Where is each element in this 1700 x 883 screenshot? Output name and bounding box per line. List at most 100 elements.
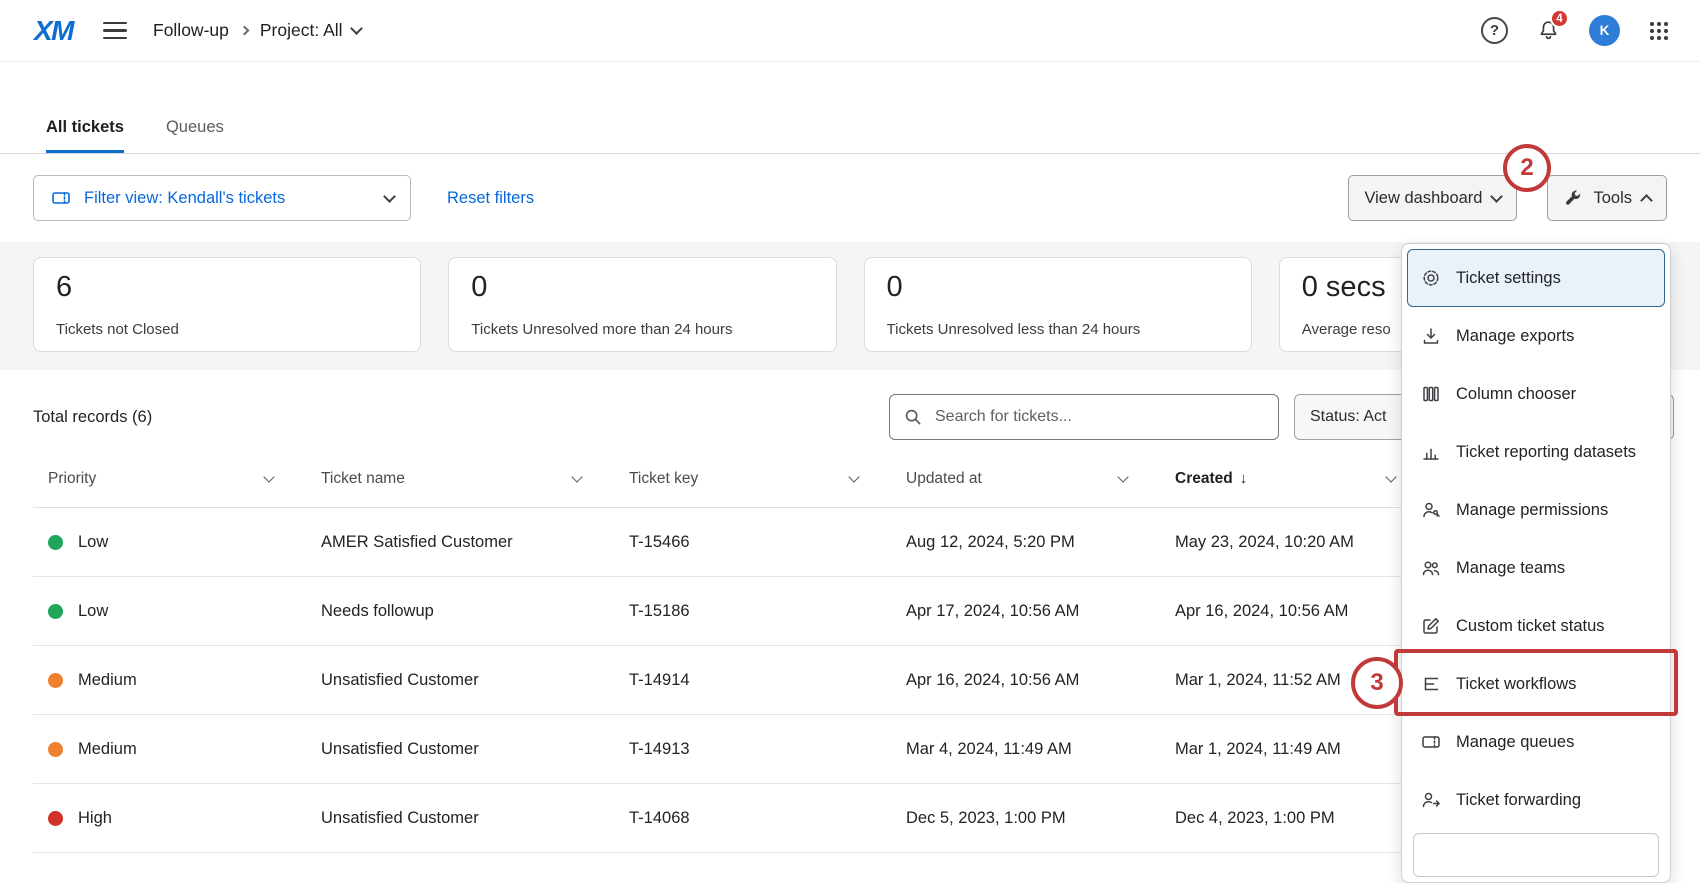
column-label: Ticket name bbox=[321, 470, 405, 488]
priority-dot bbox=[48, 811, 63, 826]
view-dashboard-button[interactable]: View dashboard bbox=[1348, 175, 1517, 221]
ticket-key: T-14068 bbox=[629, 809, 906, 828]
wrench-icon bbox=[1563, 188, 1583, 208]
hamburger-menu-icon[interactable] bbox=[103, 22, 127, 39]
status-filter-label: Status: Act bbox=[1310, 408, 1386, 426]
column-label: Created bbox=[1175, 470, 1233, 488]
tools-button[interactable]: Tools bbox=[1547, 175, 1667, 221]
menu-item-label: Manage permissions bbox=[1456, 501, 1608, 520]
chevron-down-icon bbox=[350, 22, 363, 35]
ticket-key: T-15186 bbox=[629, 602, 906, 621]
person-key-icon bbox=[1420, 499, 1442, 521]
chevron-down-icon bbox=[848, 471, 859, 482]
chevron-down-icon bbox=[1491, 190, 1504, 203]
project-selector-label: Project: All bbox=[260, 20, 343, 41]
ticket-name: Needs followup bbox=[321, 602, 629, 621]
tab-all-tickets[interactable]: All tickets bbox=[46, 118, 124, 153]
menu-item-label: Column chooser bbox=[1456, 385, 1576, 404]
download-icon bbox=[1420, 325, 1442, 347]
menu-item-label: Ticket reporting datasets bbox=[1456, 443, 1636, 462]
menu-item-label: Manage exports bbox=[1456, 327, 1574, 346]
ticket-icon bbox=[1420, 731, 1442, 753]
menu-item-column-chooser[interactable]: Column chooser bbox=[1407, 365, 1665, 423]
person-arrow-icon bbox=[1420, 789, 1442, 811]
apps-grid-icon bbox=[1650, 22, 1654, 26]
menu-item-label: Ticket forwarding bbox=[1456, 791, 1581, 810]
stat-card-unresolved-less-24h: 0 Tickets Unresolved less than 24 hours bbox=[864, 257, 1252, 352]
view-dashboard-label: View dashboard bbox=[1364, 189, 1482, 208]
reset-filters-link[interactable]: Reset filters bbox=[447, 189, 534, 208]
search-icon bbox=[903, 407, 923, 427]
stat-value: 6 bbox=[56, 271, 398, 304]
annotation-step-2: 2 bbox=[1503, 144, 1551, 192]
menu-item-ticket-workflows[interactable]: Ticket workflows bbox=[1407, 655, 1665, 713]
avatar-initial: K bbox=[1600, 23, 1610, 38]
updated-at: Dec 5, 2023, 1:00 PM bbox=[906, 809, 1175, 828]
chevron-down-icon bbox=[263, 471, 274, 482]
tab-queues[interactable]: Queues bbox=[166, 118, 224, 153]
stat-value: 0 bbox=[887, 271, 1229, 304]
gear-icon bbox=[1420, 267, 1442, 289]
priority-value: High bbox=[78, 809, 112, 828]
updated-at: Apr 16, 2024, 10:56 AM bbox=[906, 671, 1175, 690]
column-header-ticket-key[interactable]: Ticket key bbox=[629, 470, 906, 488]
people-icon bbox=[1420, 557, 1442, 579]
menu-item-manage-queues[interactable]: Manage queues bbox=[1407, 713, 1665, 771]
stat-value: 0 bbox=[471, 271, 813, 304]
chevron-down-icon bbox=[1117, 471, 1128, 482]
ticket-icon bbox=[50, 187, 72, 209]
breadcrumb-separator-icon bbox=[239, 26, 249, 36]
priority-dot bbox=[48, 535, 63, 550]
column-label: Updated at bbox=[906, 470, 982, 488]
column-header-updated-at[interactable]: Updated at bbox=[906, 470, 1175, 488]
project-selector[interactable]: Project: All bbox=[260, 20, 361, 41]
notifications-button[interactable]: 4 bbox=[1536, 18, 1561, 43]
priority-dot bbox=[48, 604, 63, 619]
chevron-up-icon bbox=[1640, 194, 1653, 207]
total-records-label: Total records (6) bbox=[33, 408, 152, 427]
ticket-key: T-14914 bbox=[629, 671, 906, 690]
column-header-priority[interactable]: Priority bbox=[33, 470, 321, 488]
menu-item-manage-exports[interactable]: Manage exports bbox=[1407, 307, 1665, 365]
bar-chart-icon bbox=[1420, 441, 1442, 463]
chevron-down-icon bbox=[383, 190, 396, 203]
column-label: Priority bbox=[48, 470, 96, 488]
xm-logo: XM bbox=[34, 15, 73, 47]
ticket-name: Unsatisfied Customer bbox=[321, 809, 629, 828]
columns-icon bbox=[1420, 383, 1442, 405]
priority-dot bbox=[48, 742, 63, 757]
updated-at: Aug 12, 2024, 5:20 PM bbox=[906, 533, 1175, 552]
menu-item-ticket-forwarding[interactable]: Ticket forwarding bbox=[1407, 771, 1665, 829]
column-header-ticket-name[interactable]: Ticket name bbox=[321, 470, 629, 488]
help-button[interactable]: ? bbox=[1481, 17, 1508, 44]
filter-row: Filter view: Kendall's tickets Reset fil… bbox=[0, 154, 1700, 242]
ticket-name: Unsatisfied Customer bbox=[321, 671, 629, 690]
menu-item-ticket-reporting-datasets[interactable]: Ticket reporting datasets bbox=[1407, 423, 1665, 481]
menu-item-custom-ticket-status[interactable]: Custom ticket status bbox=[1407, 597, 1665, 655]
apps-grid-button[interactable] bbox=[1648, 20, 1670, 42]
menu-item-label: Ticket settings bbox=[1456, 269, 1561, 288]
search-input[interactable] bbox=[933, 407, 1265, 427]
stat-label: Tickets Unresolved more than 24 hours bbox=[471, 321, 813, 338]
menu-item-manage-permissions[interactable]: Manage permissions bbox=[1407, 481, 1665, 539]
breadcrumb-section: Follow-up bbox=[153, 20, 229, 41]
menu-item-label: Custom ticket status bbox=[1456, 617, 1605, 636]
menu-item-manage-teams[interactable]: Manage teams bbox=[1407, 539, 1665, 597]
priority-value: Medium bbox=[78, 671, 137, 690]
notification-badge: 4 bbox=[1550, 9, 1569, 28]
priority-dot bbox=[48, 673, 63, 688]
priority-value: Medium bbox=[78, 740, 137, 759]
topbar-right: ? 4 K bbox=[1481, 15, 1670, 46]
sort-descending-icon: ↓ bbox=[1240, 470, 1248, 487]
ticket-search bbox=[889, 394, 1279, 440]
edit-icon bbox=[1420, 615, 1442, 637]
filter-view-dropdown[interactable]: Filter view: Kendall's tickets bbox=[33, 175, 411, 221]
menu-item-label: Ticket workflows bbox=[1456, 675, 1576, 694]
help-glyph: ? bbox=[1490, 22, 1499, 39]
filter-view-label: Filter view: Kendall's tickets bbox=[84, 189, 285, 208]
chevron-down-icon bbox=[1385, 471, 1396, 482]
avatar[interactable]: K bbox=[1589, 15, 1620, 46]
stat-card-unresolved-more-24h: 0 Tickets Unresolved more than 24 hours bbox=[448, 257, 836, 352]
tab-bar: All tickets Queues bbox=[0, 62, 1700, 154]
menu-item-ticket-settings[interactable]: Ticket settings bbox=[1407, 249, 1665, 307]
